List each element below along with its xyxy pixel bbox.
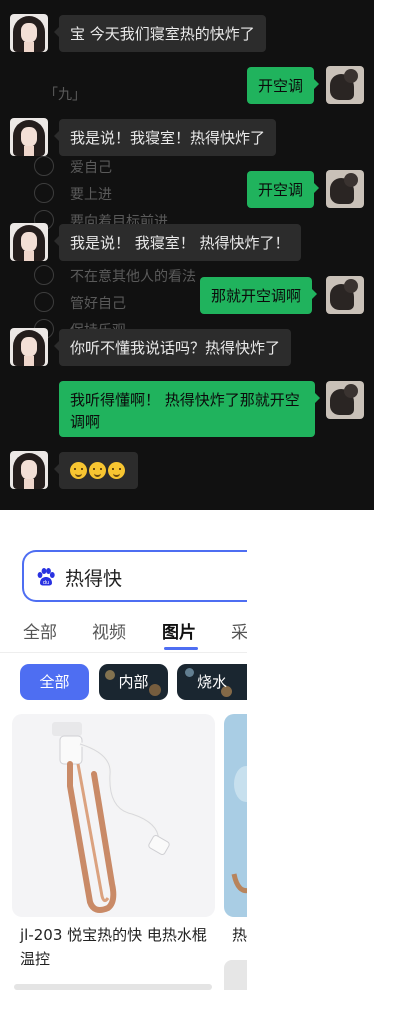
result-image-heater[interactable]: [12, 714, 215, 917]
grimacing-face-icon: [70, 462, 87, 479]
bokeh-light: [185, 668, 194, 677]
filter-chip-internal[interactable]: 内部: [99, 664, 168, 700]
immersion-heater-image: [52, 722, 170, 913]
filter-chip-label: 烧水: [196, 673, 227, 691]
avatar-me[interactable]: [326, 381, 364, 419]
avatar-me[interactable]: [326, 170, 364, 208]
immersion-heater-blue-image: [231, 766, 247, 894]
bg-text-line: 爱自己: [70, 160, 112, 176]
search-query-text: 热得快: [65, 568, 123, 590]
bokeh-light: [105, 670, 115, 680]
message-bubble-received[interactable]: 我是说！ 我寝室！ 热得快炸了！: [54, 224, 301, 261]
grimacing-face-icon: [89, 462, 106, 479]
bg-checkbox-circle: [34, 292, 54, 312]
message-bubble-sent[interactable]: 我听得懂啊！ 热得快炸了那就开空调啊: [59, 381, 320, 437]
emoji-message-bubble[interactable]: [54, 452, 138, 489]
bg-text-line: 不在意其他人的看法: [70, 269, 196, 285]
filter-chip-boil-water[interactable]: 烧水: [177, 664, 247, 700]
chat-screenshot: 「九」 爱自己 要上进 要向着目标前进 不在意其他人的看法 管好自己 保持乐观 …: [0, 0, 374, 510]
avatar-girlfriend[interactable]: [10, 328, 48, 366]
avatar-me[interactable]: [326, 276, 364, 314]
right-margin: [374, 0, 400, 510]
filter-chip-label: 全部: [39, 673, 70, 691]
avatar-girlfriend[interactable]: [10, 118, 48, 156]
message-bubble-received[interactable]: 宝 今天我们寝室热的快炸了: [54, 15, 266, 52]
avatar-girlfriend[interactable]: [10, 451, 48, 489]
message-bubble-sent[interactable]: 那就开空调啊: [200, 277, 318, 314]
tab-collect[interactable]: 采: [231, 618, 247, 643]
baidu-paw-icon: du: [37, 568, 55, 586]
bg-text-line: 管好自己: [70, 296, 126, 312]
bg-checkbox-circle: [34, 183, 54, 203]
result-title[interactable]: jl-203 悦宝热的快 电热水棍 温控: [20, 923, 215, 971]
next-row-placeholder: [14, 984, 212, 990]
bokeh-light: [149, 684, 161, 696]
avatar-me[interactable]: [326, 66, 364, 104]
bg-text-heading: 「九」: [44, 87, 86, 103]
message-bubble-received[interactable]: 你听不懂我说话吗？热得快炸了: [53, 329, 292, 366]
active-tab-indicator: [164, 647, 198, 650]
search-input[interactable]: du 热得快: [22, 550, 247, 602]
bg-checkbox-circle: [34, 265, 54, 285]
svg-text:du: du: [43, 580, 49, 586]
message-bubble-sent[interactable]: 开空调: [247, 67, 320, 104]
tab-all[interactable]: 全部: [23, 618, 57, 643]
tab-divider: [0, 652, 247, 653]
grimacing-face-icon: [108, 462, 125, 479]
tab-images[interactable]: 图片: [162, 618, 196, 643]
tab-video[interactable]: 视频: [92, 618, 126, 643]
message-bubble-sent[interactable]: 开空调: [247, 171, 320, 208]
message-bubble-received[interactable]: 我是说！我寝室！热得快炸了: [53, 119, 277, 156]
filter-chip-all[interactable]: 全部: [20, 664, 89, 700]
bg-text-line: 要上进: [70, 187, 112, 203]
next-row-placeholder: [224, 960, 247, 990]
avatar-girlfriend[interactable]: [10, 223, 48, 261]
avatar-girlfriend[interactable]: [10, 14, 48, 52]
filter-chip-label: 内部: [118, 673, 149, 691]
image-search-screenshot: du 热得快 全部 视频 图片 采 全部 内部 烧水 jl-203 悦宝热的快 …: [0, 530, 247, 1016]
result-image-heater-2[interactable]: [224, 714, 247, 917]
result-title[interactable]: 热: [232, 923, 247, 947]
bg-checkbox-circle: [34, 156, 54, 176]
